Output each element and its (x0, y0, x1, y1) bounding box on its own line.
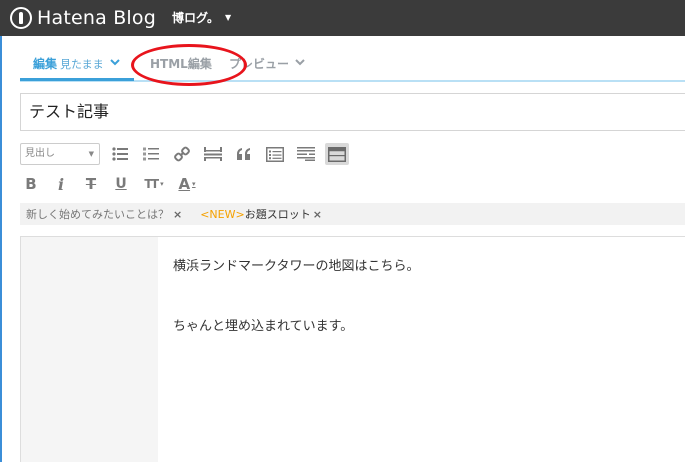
bulleted-list-icon[interactable] (108, 143, 132, 165)
italic-button[interactable]: i (50, 173, 72, 195)
editor-mode-tabs: 編集 見たまま HTML編集 プレビュー (20, 48, 685, 82)
strikethrough-icon: T (85, 175, 97, 193)
paragraph: 横浜ランドマークタワーの地図はこちら。 (173, 259, 420, 274)
annotation-highlight-circle (131, 44, 247, 86)
italic-icon: i (57, 174, 65, 194)
active-tab-indicator (20, 78, 134, 81)
font-size-icon: TT (144, 177, 159, 191)
horizontal-rule-icon[interactable] (201, 143, 225, 165)
top-navigation-bar: Hatena Blog 博ログ。 ▼ (0, 0, 685, 36)
hatena-blog-logo[interactable]: Hatena Blog (10, 6, 156, 30)
article-body-editor[interactable]: 横浜ランドマークタワーの地図はこちら。 ちゃんと埋め込まれています。 (20, 236, 685, 462)
strikethrough-button[interactable]: T (80, 173, 102, 195)
bold-button[interactable]: B (20, 173, 42, 195)
font-color-button[interactable]: A ▾ (174, 173, 200, 195)
close-icon[interactable]: × (313, 208, 322, 221)
chevron-down-icon (109, 58, 120, 69)
editor-content[interactable]: 横浜ランドマークタワーの地図はこちら。 ちゃんと埋め込まれています。 (173, 257, 673, 377)
heading-select[interactable]: 見出し ▼ (20, 143, 100, 165)
quote-icon[interactable] (232, 143, 256, 165)
topic-slot-link[interactable]: お題スロット (245, 206, 311, 222)
tab-sublabel: 見たまま (60, 57, 104, 71)
underline-button[interactable]: U (110, 173, 132, 195)
link-icon[interactable] (170, 143, 194, 165)
chevron-down-icon (295, 58, 305, 69)
paragraph: ちゃんと埋め込まれています。 (173, 319, 354, 334)
bold-icon: B (25, 175, 37, 193)
new-badge: <NEW> (200, 207, 245, 221)
caret-down-icon: ▼ (225, 13, 232, 22)
table-icon[interactable] (325, 143, 349, 165)
blog-name: 博ログ。 (172, 11, 220, 25)
topic-suggestion-link[interactable]: 新しく始めてみたいことは？ (26, 206, 169, 222)
font-size-button[interactable]: TT ▾ (140, 173, 166, 195)
caret-down-icon: ▼ (88, 150, 94, 158)
tab-visual-edit[interactable]: 編集 見たまま (33, 55, 120, 72)
heading-select-value: 見出し (25, 148, 55, 159)
numbered-list-icon[interactable] (139, 143, 163, 165)
underline-icon: U (115, 176, 127, 192)
editor-toolbar-row-2: B i T U TT ▾ A ▾ (20, 172, 208, 196)
editor-gutter (21, 237, 158, 462)
table-of-contents-icon[interactable] (263, 143, 287, 165)
font-color-icon: A (178, 175, 191, 193)
window-left-edge (0, 0, 2, 462)
tab-label: 編集 (33, 57, 58, 71)
blog-selector[interactable]: 博ログ。 ▼ (172, 9, 231, 26)
article-title-input[interactable]: テスト記事 (20, 93, 685, 131)
logo-text: Hatena Blog (37, 7, 156, 29)
hatena-logo-icon (10, 7, 32, 29)
read-more-icon[interactable] (294, 143, 318, 165)
topic-suggestion-bar: 新しく始めてみたいことは？ × <NEW> お題スロット × (20, 203, 685, 225)
editor-toolbar-row-1: 見出し ▼ (20, 142, 356, 166)
close-icon[interactable]: × (173, 208, 182, 221)
